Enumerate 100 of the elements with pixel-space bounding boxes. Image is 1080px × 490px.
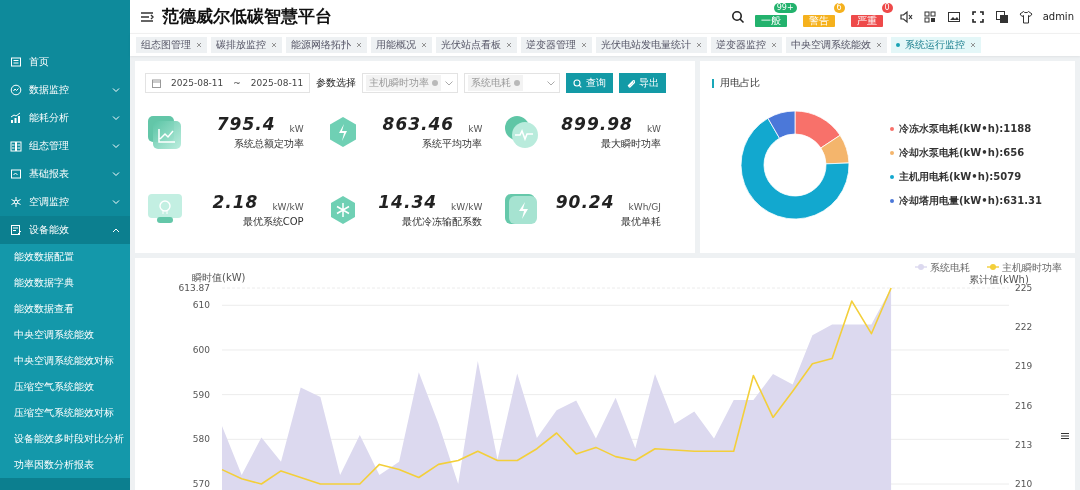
shirt-icon[interactable] [1018, 9, 1033, 24]
tab[interactable]: 组态图管理 [136, 37, 207, 53]
axis-tick: 600 [192, 344, 210, 355]
tab[interactable]: 逆变器管理 [521, 37, 592, 53]
start-date: 2025-08-11 [171, 78, 224, 88]
export-button[interactable]: 导出 [619, 73, 667, 93]
chevron-icon [112, 87, 120, 93]
submenu-item[interactable]: 能效数据配置 [0, 244, 130, 270]
submenu-item[interactable]: 压缩空气系统能效对标 [0, 400, 130, 426]
axis-tick: 216 [1015, 400, 1033, 411]
kpi-unit: kW/kW [451, 201, 483, 212]
tab[interactable]: 光伏电站发电量统计 [596, 37, 707, 53]
param-label: 参数选择 [316, 76, 357, 90]
selected-tag: 系统电耗 [468, 75, 524, 91]
menu-item[interactable]: 数据监控 [0, 76, 130, 104]
layers-icon[interactable] [994, 9, 1009, 24]
axis-tick: 210 [1015, 479, 1033, 489]
selected-tag: 主机瞬时功率 [366, 75, 442, 91]
image-icon[interactable] [946, 9, 961, 24]
axis-tick: 613.87 [178, 283, 210, 293]
count-badge: 6 [833, 2, 845, 13]
kpi-unit: kW [468, 123, 483, 134]
search-icon[interactable] [730, 9, 745, 24]
menu-item[interactable]: 首页 [0, 48, 130, 76]
count-badge: 0 [881, 2, 893, 13]
count-badge: 99+ [773, 2, 797, 13]
legend-label[interactable]: 主机瞬时功率 [1002, 261, 1062, 273]
axis-tick: 570 [192, 479, 210, 489]
submenu-item[interactable]: 中央空调系统能效对标 [0, 348, 130, 374]
date-separator: ~ [233, 78, 241, 88]
submenu-item[interactable]: 设备能效多时段对比分析 [0, 426, 130, 452]
kpi-value: 795.4 [216, 113, 276, 134]
submenu-item[interactable]: 中央空调系统能效 [0, 322, 130, 348]
chevron-icon [547, 80, 556, 86]
dot-icon [896, 43, 900, 47]
axis-tick: 590 [192, 389, 210, 400]
kpi-label: 最优冷冻输配系数 [402, 214, 483, 229]
legend-label: 主机用电耗(kW•h):5079 [899, 170, 1022, 184]
submenu-item[interactable]: 能效数据字典 [0, 270, 130, 296]
legend-label: 冷却水泵电耗(kW•h):656 [899, 146, 1025, 160]
kpi-value: 863.46 [382, 113, 455, 134]
kpi-value: 2.18 [212, 191, 259, 212]
query-button[interactable]: 查询 [566, 73, 614, 93]
tab[interactable]: 中央空调系统能效 [786, 37, 887, 53]
menu-item-icon [10, 196, 22, 208]
select-field[interactable]: 系统电耗 [464, 73, 561, 93]
axis-tick: 219 [1015, 361, 1033, 372]
kpi-label: 最优单耗 [621, 214, 661, 229]
kpi-value: 14.34 [378, 191, 438, 212]
tab[interactable]: 碳排放监控 [211, 37, 282, 53]
axis-tick: 222 [1015, 322, 1033, 333]
legend-label: 冷却塔用电量(kW•h):631.31 [899, 194, 1042, 208]
submenu-item[interactable]: 功率因数分析报表 [0, 452, 130, 478]
alert-tag[interactable]: 严重 [850, 14, 883, 27]
mute-icon[interactable] [898, 9, 913, 24]
app-title: 范德威尔低碳智慧平台 [162, 5, 332, 28]
fullscreen-icon[interactable] [970, 9, 985, 24]
menu-item-icon [10, 224, 22, 236]
menu-item-icon [10, 84, 22, 96]
grid-icon[interactable] [922, 9, 937, 24]
tab[interactable]: 能源网络拓扑 [286, 37, 367, 53]
remove-icon [514, 80, 521, 86]
menu-item[interactable]: 能耗分析 [0, 104, 130, 132]
user-name[interactable]: admin [1042, 11, 1074, 22]
menu-item-icon [10, 168, 22, 180]
menu-item[interactable]: 基础报表 [0, 160, 130, 188]
close-icon [196, 42, 202, 48]
close-icon [876, 42, 882, 48]
menu-item[interactable]: 设备能效 [0, 216, 130, 244]
select-field[interactable]: 主机瞬时功率 [362, 73, 459, 93]
legend-dot [890, 127, 894, 131]
tab[interactable]: 系统运行监控 [891, 37, 981, 53]
close-icon [696, 42, 702, 48]
menu-icon [140, 10, 154, 23]
tab[interactable]: 光伏站点看板 [436, 37, 517, 53]
chevron-icon [112, 227, 120, 233]
card-title: 用电占比 [720, 76, 760, 90]
date-range-field[interactable]: 2025-08-11 ~ 2025-08-11 [145, 73, 311, 93]
kpi-value: 899.98 [561, 113, 633, 134]
kpi-unit: kW [289, 123, 304, 134]
chevron-icon [112, 199, 120, 205]
menu-icon [1061, 432, 1069, 440]
menu-item[interactable]: 组态管理 [0, 132, 130, 160]
menu-item[interactable]: 空调监控 [0, 188, 130, 216]
menu-item-icon [10, 112, 22, 124]
kpi-value: 90.24 [555, 191, 615, 212]
chevron-icon [112, 143, 120, 149]
end-date: 2025-08-11 [250, 78, 304, 88]
tab[interactable]: 用能概况 [371, 37, 432, 53]
legend-label[interactable]: 系统电耗 [930, 261, 970, 273]
menu-item-icon [10, 56, 22, 68]
kpi-label: 最大瞬时功率 [601, 136, 661, 151]
submenu-item[interactable]: 压缩空气系统能效 [0, 374, 130, 400]
alert-tag[interactable]: 一般 [754, 14, 787, 27]
tab[interactable]: 逆变器监控 [711, 37, 782, 53]
axis-tick: 213 [1015, 439, 1033, 450]
close-icon [271, 42, 277, 48]
search-icon [573, 78, 583, 88]
submenu-item[interactable]: 能效数据查看 [0, 296, 130, 322]
legend-marker [914, 264, 928, 270]
